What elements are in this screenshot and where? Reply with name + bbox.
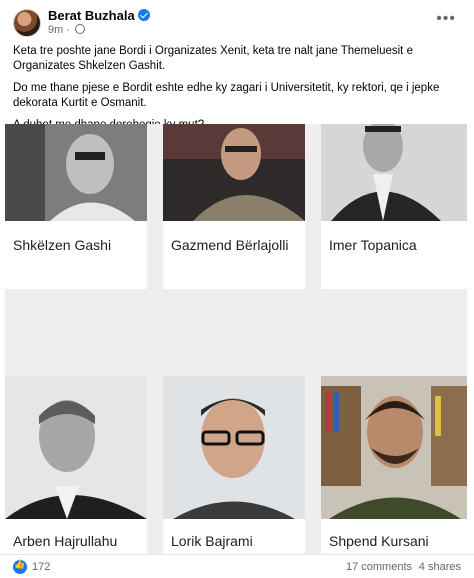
person-card: Lorik Bajrami (163, 376, 305, 554)
verified-badge-icon (137, 9, 150, 21)
person-name: Lorik Bajrami (171, 533, 253, 549)
person-photo (5, 124, 147, 221)
person-card: Shkëlzen Gashi (5, 124, 147, 289)
person-card: Shpend Kursani (321, 376, 467, 554)
author-name-row: Berat Buzhala (48, 8, 150, 23)
person-name: Imer Topanica (329, 237, 417, 253)
person-photo (163, 124, 305, 221)
person-name: Shpend Kursani (329, 533, 429, 549)
post-paragraph: Keta tre poshte jane Bordi i Organizates… (13, 45, 413, 72)
person-card: Arben Hajrullahu (5, 376, 147, 554)
reaction-count[interactable]: 172 (32, 561, 50, 573)
person-name: Arben Hajrullahu (13, 533, 118, 549)
like-reaction-icon[interactable] (13, 559, 27, 574)
person-card: Imer Topanica (321, 124, 467, 289)
person-photo (163, 376, 305, 519)
person-name: Gazmend Bërlajolli (171, 237, 289, 253)
shares-count[interactable]: 4 shares (419, 561, 461, 573)
globe-icon (75, 24, 86, 34)
post-time[interactable]: 9m (48, 24, 63, 36)
post-meta: 9m · (48, 24, 86, 36)
post-image[interactable]: Shkëlzen Gashi Gazmend Bërlajolli Imer T (5, 124, 467, 554)
person-photo (321, 376, 467, 519)
person-card: Gazmend Bërlajolli (163, 124, 305, 289)
comments-count[interactable]: 17 comments (346, 561, 412, 573)
post-paragraph: Do me thane pjese e Bordit eshte edhe ky… (13, 82, 440, 109)
person-name: Shkëlzen Gashi (13, 237, 112, 253)
author-name[interactable]: Berat Buzhala (48, 8, 135, 23)
person-photo (5, 376, 147, 519)
more-options-icon[interactable]: ••• (436, 10, 456, 28)
person-photo (321, 124, 467, 221)
author-avatar[interactable] (13, 9, 41, 37)
post-header: Berat Buzhala 9m · ••• (0, 0, 474, 40)
post-footer: 172 17 comments 4 shares (0, 554, 474, 578)
